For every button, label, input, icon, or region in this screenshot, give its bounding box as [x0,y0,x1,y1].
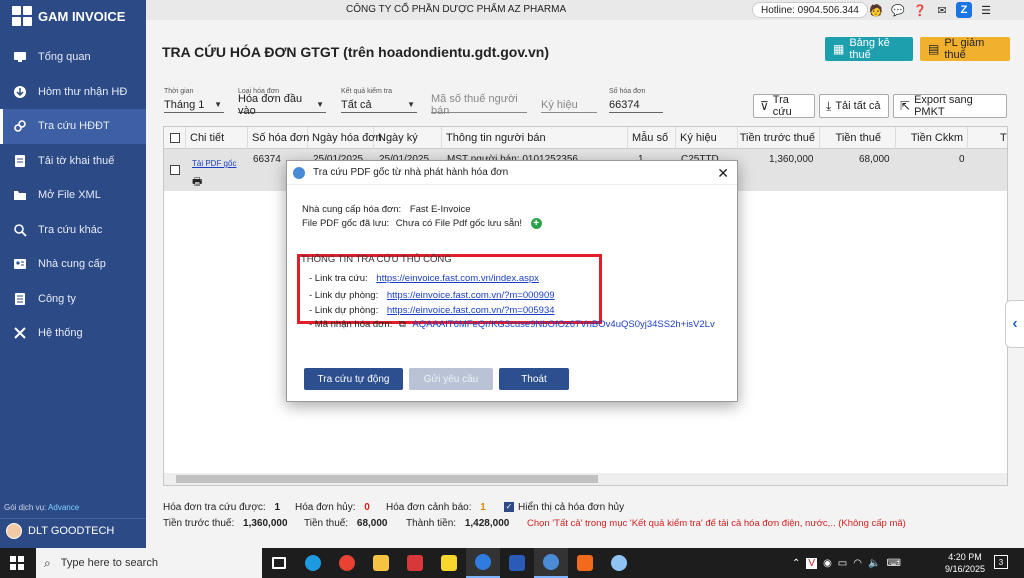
backup-link-2[interactable]: https://einvoice.fast.com.vn/?m=005934 [387,305,555,316]
clock-time: 4:20 PM [948,552,982,562]
auto-lookup-button[interactable]: Tra cứu tự động [304,368,403,390]
backup-link-label: - Link dự phòng: [309,290,379,301]
provider-value: Fast E-Invoice [409,204,471,215]
close-icon[interactable]: ✕ [717,165,729,182]
app-icon[interactable] [398,548,432,578]
copy-icon[interactable]: ⧉ [399,319,406,330]
backup-link-row-2: - Link dự phòng: https://einvoice.fast.c… [309,305,555,316]
system-tray: ⌃ V ◉ ▭ ◠ 🔈 ⌨ [792,548,901,578]
taskbar-apps [262,548,636,578]
keyboard-icon[interactable]: ⌨ [886,558,900,569]
paint-icon[interactable] [602,548,636,578]
taskbar-clock[interactable]: 4:20 PM 9/16/2025 [940,551,990,575]
app-icon [293,166,305,179]
backup-link-1[interactable]: https://einvoice.fast.com.vn/?m=000909 [387,290,555,301]
receive-code-row: - Mã nhận hóa đơn: ⧉ AQAAAIT6MFeQr/KG3cu… [309,319,733,330]
add-icon[interactable]: + [530,218,542,229]
modal-layer: Tra cứu PDF gốc từ nhà phát hành hóa đơn… [0,0,1024,548]
gam-invoice-icon[interactable] [534,548,568,578]
backup-link-row-1: - Link dự phòng: https://einvoice.fast.c… [309,290,555,301]
windows-start-icon[interactable] [10,556,24,570]
lookup-link-label: - Link tra cứu: [309,273,368,284]
app-icon[interactable] [568,548,602,578]
saved-pdf-label: File PDF gốc đã lưu: [302,218,390,230]
network-icon[interactable]: ▭ [838,558,847,569]
chevron-up-icon[interactable]: ⌃ [792,558,800,569]
taskbar-search[interactable]: ⌕ Type here to search [36,548,262,578]
lookup-link[interactable]: https://einvoice.fast.com.vn/index.aspx [376,273,539,284]
receive-code-label: - Mã nhận hóa đơn: [309,319,393,330]
antivirus-icon[interactable]: V [806,557,818,569]
volume-icon[interactable]: 🔈 [868,558,880,569]
clock-date: 9/16/2025 [944,564,986,574]
task-view-icon[interactable] [262,548,296,578]
sticky-notes-icon[interactable] [432,548,466,578]
manual-heading: THÔNG TIN TRA CỨU THỦ CÔNG [301,254,452,265]
app-icon[interactable]: ◉ [823,558,832,569]
dialog-title-bar: Tra cứu PDF gốc từ nhà phát hành hóa đơn [287,161,737,185]
saved-pdf-value: Chưa có File Pdf gốc lưu sẵn! [395,218,523,230]
notification-count: 3 [998,557,1004,567]
chrome-icon[interactable] [330,548,364,578]
provider-row: Nhà cung cấp hóa đơn: Fast E-Invoice [302,204,471,215]
file-explorer-icon[interactable] [364,548,398,578]
saved-pdf-row: File PDF gốc đã lưu: Chưa có File Pdf gố… [302,218,542,229]
dialog-title: Tra cứu PDF gốc từ nhà phát hành hóa đơn [313,167,509,178]
provider-label: Nhà cung cấp hóa đơn: [302,204,402,215]
lookup-link-row: - Link tra cứu: https://einvoice.fast.co… [309,273,539,284]
edge-icon[interactable] [296,548,330,578]
pdf-lookup-dialog: Tra cứu PDF gốc từ nhà phát hành hóa đơn… [286,160,738,402]
app-icon[interactable] [466,548,500,578]
search-icon: ⌕ [44,555,51,570]
taskbar-search-placeholder: Type here to search [60,557,158,569]
word-icon[interactable] [500,548,534,578]
exit-button[interactable]: Thoát [499,368,569,390]
notification-icon[interactable]: 3 [994,555,1008,569]
backup-link-label: - Link dự phòng: [309,305,379,316]
receive-code-value: AQAAAIT6MFeQr/KG3cuse9NbOfOz67VnBOv4uQS0… [412,319,715,330]
wifi-icon[interactable]: ◠ [853,558,862,569]
taskbar: ⌕ Type here to search ⌃ V ◉ ▭ ◠ 🔈 ⌨ 4:20… [0,548,1024,578]
send-request-button[interactable]: Gửi yêu cầu [409,368,493,390]
